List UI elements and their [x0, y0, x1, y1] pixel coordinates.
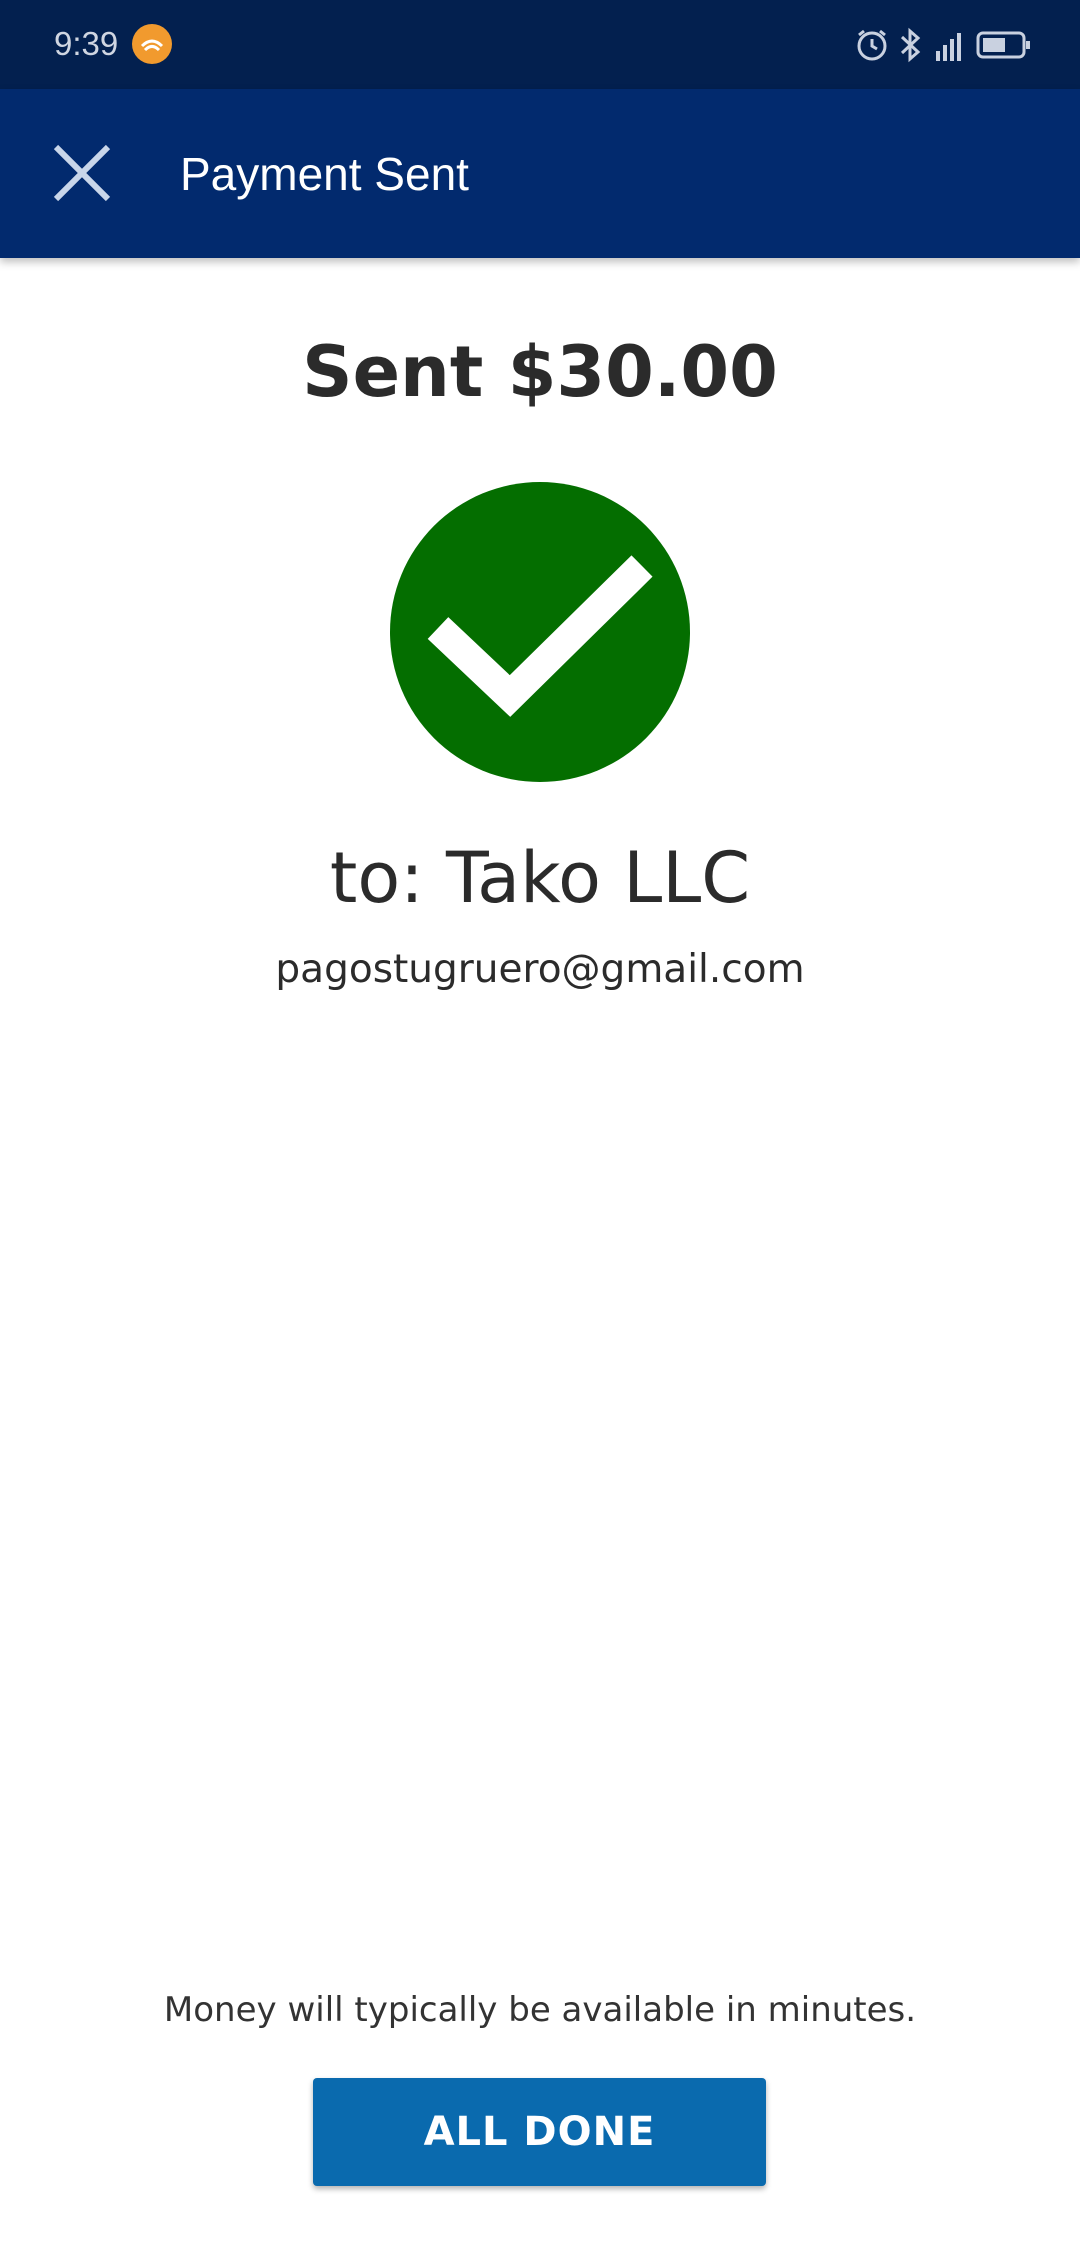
recipient-email: pagostugruero@gmail.com	[275, 947, 805, 992]
status-bar: 9:39	[0, 0, 1080, 89]
status-time: 9:39	[54, 25, 119, 62]
success-badge	[390, 482, 690, 782]
availability-note: Money will typically be available in min…	[163, 1990, 917, 2030]
all-done-button[interactable]: ALL DONE	[313, 2078, 766, 2186]
close-button[interactable]	[40, 133, 124, 217]
signal-icon	[932, 27, 968, 63]
checkmark-icon	[390, 555, 690, 786]
status-icons	[854, 22, 1032, 68]
payment-sent-screen: 9:39 Payment Sent Sent $30.00 to: Tako L…	[0, 0, 1080, 2246]
close-icon	[52, 143, 112, 208]
battery-icon	[976, 30, 1032, 60]
sent-amount: Sent $30.00	[302, 331, 778, 413]
page-title: Payment Sent	[180, 148, 469, 200]
notification-app-icon	[132, 24, 172, 64]
app-bar: Payment Sent	[0, 89, 1080, 258]
bluetooth-icon	[898, 27, 924, 63]
recipient-name: to: Tako LLC	[329, 837, 751, 919]
alarm-icon	[854, 27, 890, 63]
